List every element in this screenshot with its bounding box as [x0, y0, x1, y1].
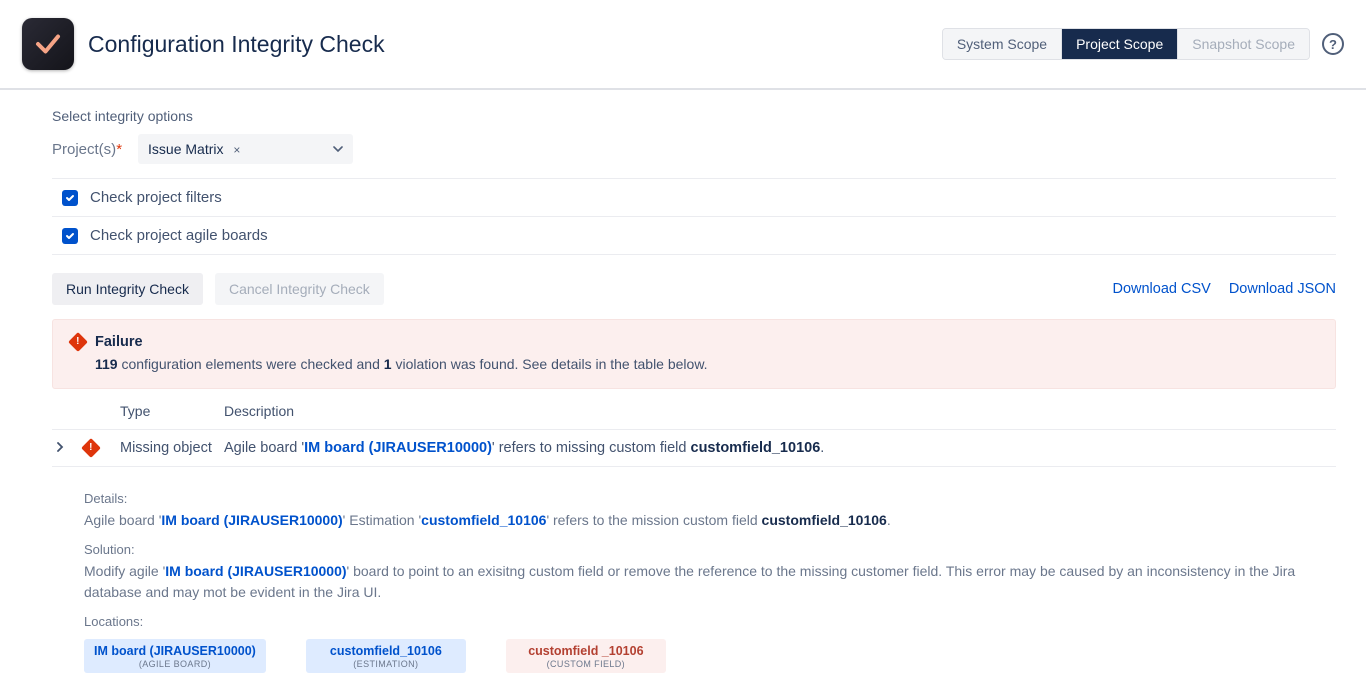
failure-message: 119 configuration elements were checked … — [95, 356, 1317, 372]
details-text: Agile board 'IM board (JIRAUSER10000)' E… — [84, 510, 1328, 532]
help-icon[interactable]: ? — [1322, 33, 1344, 55]
checked-count: 119 — [95, 356, 118, 372]
details-mid1: ' Estimation ' — [343, 512, 421, 528]
page-title: Configuration Integrity Check — [88, 31, 385, 58]
solution-ref[interactable]: IM board (JIRAUSER10000) — [165, 563, 346, 579]
failure-banner-head: ! Failure — [71, 334, 1317, 350]
details-label: Details: — [84, 491, 1328, 506]
expand-row-toggle[interactable] — [56, 441, 84, 455]
col-type-header: Type — [120, 403, 224, 419]
results-table-header: Type Description — [52, 389, 1336, 429]
checkbox-filters[interactable] — [62, 190, 78, 206]
details-ref2[interactable]: customfield_10106 — [421, 512, 546, 528]
scope-system-button[interactable]: System Scope — [943, 29, 1062, 59]
option-filters-label: Check project filters — [90, 189, 222, 206]
options-section-label: Select integrity options — [52, 108, 1336, 124]
details-ref1[interactable]: IM board (JIRAUSER10000) — [161, 512, 342, 528]
solution-pre: Modify agile ' — [84, 563, 165, 579]
row-type: Missing object — [120, 440, 224, 456]
content: Select integrity options Project(s)* Iss… — [0, 90, 1366, 681]
error-icon: ! — [81, 438, 101, 458]
location-1-sub: (ESTIMATION) — [353, 659, 418, 670]
download-json-link[interactable]: Download JSON — [1229, 281, 1336, 297]
scope-project-button[interactable]: Project Scope — [1062, 29, 1178, 59]
location-chip-estimation[interactable]: customfield_10106 (ESTIMATION) — [306, 639, 466, 673]
solution-text: Modify agile 'IM board (JIRAUSER10000)' … — [84, 561, 1328, 604]
table-row: ! Missing object Agile board 'IM board (… — [52, 429, 1336, 467]
row-desc-pre: Agile board ' — [224, 440, 304, 456]
cancel-integrity-button: Cancel Integrity Check — [215, 273, 384, 305]
projects-label: Project(s)* — [52, 141, 122, 158]
solution-label: Solution: — [84, 542, 1328, 557]
location-chip-custom-field[interactable]: customfield _10106 (CUSTOM FIELD) — [506, 639, 666, 673]
row-desc-mid: ' refers to missing custom field — [492, 440, 691, 456]
actions-row: Run Integrity Check Cancel Integrity Che… — [52, 273, 1336, 305]
details-post: . — [887, 512, 891, 528]
projects-label-text: Project(s) — [52, 141, 116, 158]
row-desc-ref[interactable]: IM board (JIRAUSER10000) — [304, 440, 492, 456]
projects-row: Project(s)* Issue Matrix × — [52, 134, 1336, 164]
location-2-title: customfield _10106 — [528, 644, 643, 659]
option-check-boards: Check project agile boards — [52, 217, 1336, 255]
location-chip-agile-board[interactable]: IM board (JIRAUSER10000) (AGILE BOARD) — [84, 639, 266, 673]
projects-select[interactable]: Issue Matrix × — [138, 134, 353, 164]
check-icon — [33, 29, 63, 59]
checkbox-boards[interactable] — [62, 228, 78, 244]
details-pre: Agile board ' — [84, 512, 161, 528]
actions-left: Run Integrity Check Cancel Integrity Che… — [52, 273, 384, 305]
details-bold: customfield_10106 — [762, 512, 887, 528]
failure-banner: ! Failure 119 configuration elements wer… — [52, 319, 1336, 389]
download-links: Download CSV Download JSON — [1112, 281, 1336, 297]
location-0-title: IM board (JIRAUSER10000) — [94, 644, 256, 659]
option-boards-label: Check project agile boards — [90, 227, 268, 244]
required-marker: * — [116, 141, 122, 158]
remove-chip-icon[interactable]: × — [233, 143, 240, 157]
download-csv-link[interactable]: Download CSV — [1112, 281, 1210, 297]
location-0-sub: (AGILE BOARD) — [139, 659, 211, 670]
location-1-title: customfield_10106 — [330, 644, 442, 659]
row-desc-post: . — [820, 440, 824, 456]
row-description: Agile board 'IM board (JIRAUSER10000)' r… — [224, 440, 1332, 456]
run-integrity-button[interactable]: Run Integrity Check — [52, 273, 203, 305]
header-right: System Scope Project Scope Snapshot Scop… — [942, 28, 1344, 60]
selected-project-chip[interactable]: Issue Matrix × — [148, 141, 240, 157]
row-desc-bold: customfield_10106 — [691, 440, 821, 456]
app-logo — [22, 18, 74, 70]
row-status-icon: ! — [84, 441, 120, 455]
banner-msg-2: violation was found. See details in the … — [392, 356, 708, 372]
header: Configuration Integrity Check System Sco… — [0, 0, 1366, 90]
locations-row: IM board (JIRAUSER10000) (AGILE BOARD) c… — [84, 639, 1328, 673]
header-left: Configuration Integrity Check — [22, 18, 385, 70]
error-icon: ! — [68, 332, 88, 352]
violation-count: 1 — [384, 356, 392, 372]
failure-title: Failure — [95, 334, 143, 350]
scope-snapshot-button: Snapshot Scope — [1178, 29, 1309, 59]
location-2-sub: (CUSTOM FIELD) — [547, 659, 625, 670]
banner-msg-1: configuration elements were checked and — [118, 356, 384, 372]
chevron-down-icon[interactable] — [333, 141, 343, 157]
locations-label: Locations: — [84, 614, 1328, 629]
col-description-header: Description — [224, 403, 1332, 419]
details-mid2: ' refers to the mission custom field — [546, 512, 761, 528]
row-details-panel: Details: Agile board 'IM board (JIRAUSER… — [52, 467, 1336, 681]
scope-selector: System Scope Project Scope Snapshot Scop… — [942, 28, 1310, 60]
option-check-filters: Check project filters — [52, 178, 1336, 217]
selected-project-name: Issue Matrix — [148, 141, 223, 157]
